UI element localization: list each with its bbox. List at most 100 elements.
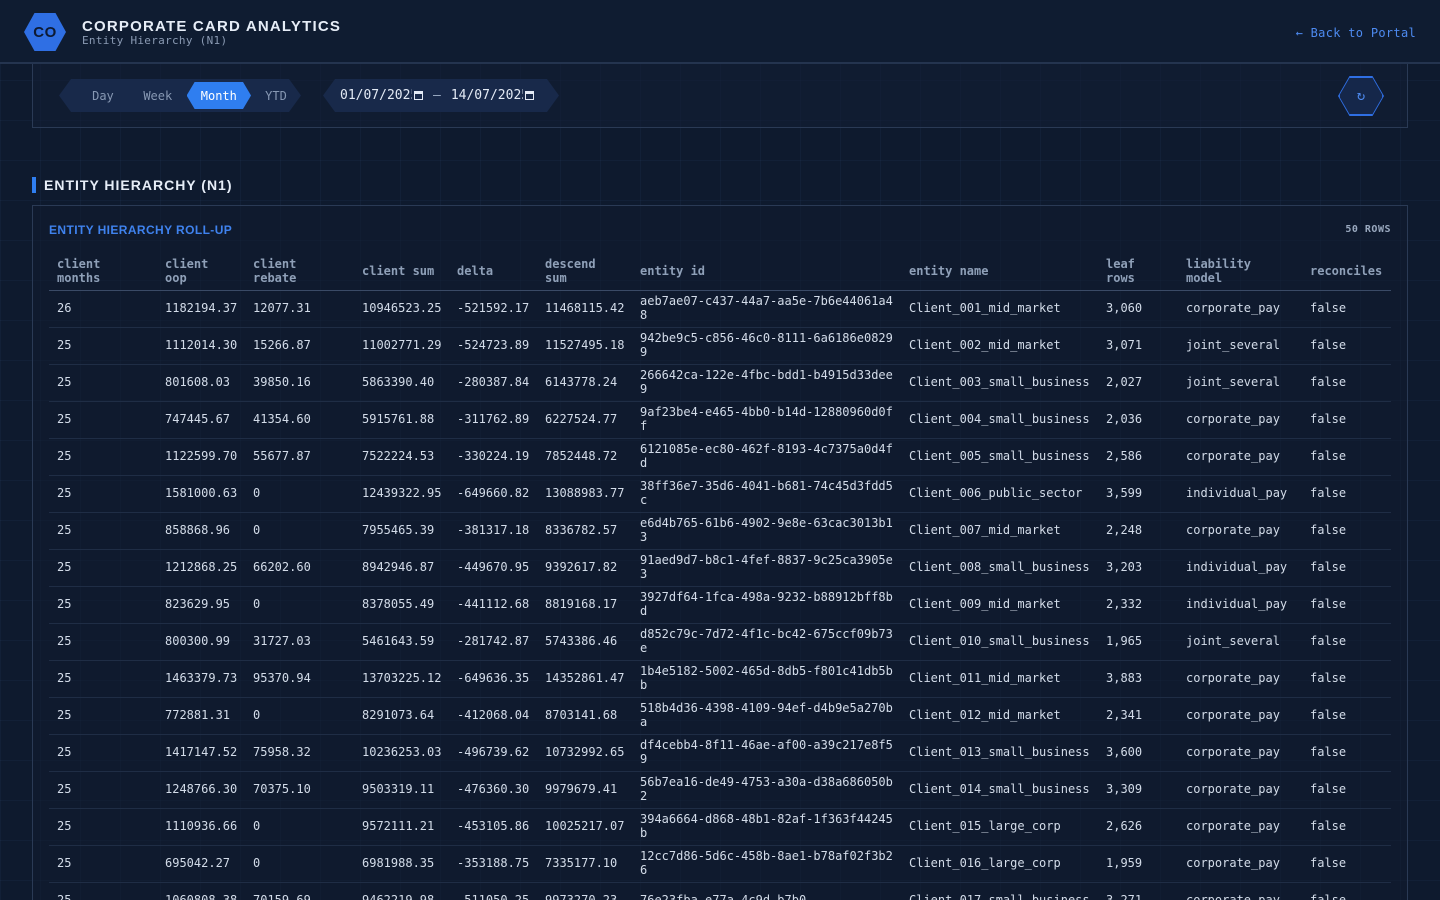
table-cell: 1112014.30 [157, 327, 245, 365]
table-cell: 942be9c5-c856-46c0-8111-6a6186e08299 [632, 327, 901, 365]
calendar-icon[interactable] [525, 91, 534, 100]
column-header[interactable]: entity name [901, 252, 1098, 291]
table-cell: false [1302, 586, 1391, 624]
column-header[interactable]: client months [49, 252, 157, 291]
table-cell: 95370.94 [245, 660, 354, 698]
table-row[interactable]: 25 1110936.66 0 9572111.21 -453105.86 1002521… [49, 808, 1391, 846]
column-header[interactable]: descend sum [537, 252, 632, 291]
table-row[interactable]: 25 800300.99 31727.03 5461643.59 -281742.87 5… [49, 623, 1391, 661]
table-cell: individual_pay [1178, 586, 1302, 624]
table-cell: Client_016_large_corp [901, 845, 1098, 883]
table-row[interactable]: 26 1182194.37 12077.31 10946523.25 -521592.1… [49, 290, 1391, 328]
table-cell: 801608.03 [157, 364, 245, 402]
table-cell: joint_several [1178, 623, 1302, 661]
table-cell: Client_009_mid_market [901, 586, 1098, 624]
period-ytd-button[interactable]: YTD [251, 82, 301, 109]
table-cell: 3,599 [1098, 475, 1178, 513]
table-row[interactable]: 25 1060808.38 70159.69 9462219.98 -511050.25… [49, 882, 1391, 900]
table-cell: d852c79c-7d72-4f1c-bc42-675ccf09b73e [632, 623, 901, 661]
table-row[interactable]: 25 1581000.63 0 12439322.95 -649660.82 130889… [49, 475, 1391, 513]
table-cell: Client_001_mid_market [901, 290, 1098, 328]
table-row[interactable]: 25 1112014.30 15266.87 11002771.29 -524723.8… [49, 327, 1391, 365]
table-cell: -496739.62 [449, 734, 537, 772]
back-to-portal-link[interactable]: ← Back to Portal [1296, 26, 1416, 40]
table-cell: 1b4e5182-5002-465d-8db5-f801c41db5bb [632, 660, 901, 698]
table-cell: 12cc7d86-5d6c-458b-8ae1-b78af02f3b26 [632, 845, 901, 883]
table-cell: -449670.95 [449, 549, 537, 587]
table-row[interactable]: 25 801608.03 39850.16 5863390.40 -280387.84 6… [49, 364, 1391, 402]
table-cell: 25 [49, 697, 157, 735]
table-cell: -441112.68 [449, 586, 537, 624]
table-cell: 76e23fba-e77a-4c9d-b7b0- [632, 882, 901, 900]
table-cell: 70159.69 [245, 882, 354, 900]
table-cell: 6227524.77 [537, 401, 632, 439]
table-cell: 7522224.53 [354, 438, 449, 476]
period-week-button[interactable]: Week [129, 82, 187, 109]
date-separator: – [433, 88, 441, 103]
column-header[interactable]: entity id [632, 252, 901, 291]
refresh-icon[interactable]: ↻ [1339, 77, 1383, 115]
table-cell: Client_007_mid_market [901, 512, 1098, 550]
table-cell: false [1302, 623, 1391, 661]
table-cell: false [1302, 475, 1391, 513]
table-row[interactable]: 25 1417147.52 75958.32 10236253.03 -496739.6… [49, 734, 1391, 772]
column-header[interactable]: delta [449, 252, 537, 291]
table-cell: -311762.89 [449, 401, 537, 439]
table-row[interactable]: 25 1122599.70 55677.87 7522224.53 -330224.19… [49, 438, 1391, 476]
table-row[interactable]: 25 858868.96 0 7955465.39 -381317.18 8336782.… [49, 512, 1391, 550]
table-cell: 31727.03 [245, 623, 354, 661]
period-day-button[interactable]: Day [77, 82, 129, 109]
table-cell: 1248766.30 [157, 771, 245, 809]
table-cell: 25 [49, 549, 157, 587]
table-cell: false [1302, 697, 1391, 735]
table-cell: 695042.27 [157, 845, 245, 883]
table-cell: 1,959 [1098, 845, 1178, 883]
date-to-input[interactable]: 14/07/2025 [451, 88, 523, 103]
table-cell: 858868.96 [157, 512, 245, 550]
app-title: CORPORATE CARD ANALYTICS [82, 18, 342, 35]
table-cell: 394a6664-d868-48b1-82af-1f363f44245b [632, 808, 901, 846]
table-cell: 75958.32 [245, 734, 354, 772]
table-cell: 0 [245, 475, 354, 513]
table-row[interactable]: 25 772881.31 0 8291073.64 -412068.04 8703141.… [49, 697, 1391, 735]
app-subtitle: Entity Hierarchy (N1) [82, 34, 228, 47]
table-row[interactable]: 25 1248766.30 70375.10 9503319.11 -476360.30… [49, 771, 1391, 809]
table-cell: false [1302, 771, 1391, 809]
table-row[interactable]: 25 823629.95 0 8378055.49 -441112.68 8819168.… [49, 586, 1391, 624]
table-row[interactable]: 25 747445.67 41354.60 5915761.88 -311762.89 6… [49, 401, 1391, 439]
table-cell: -524723.89 [449, 327, 537, 365]
table-cell: 1,965 [1098, 623, 1178, 661]
column-header[interactable]: client oop [157, 252, 245, 291]
filter-bar: Day Week Month YTD 01/07/2025 – 14/07/20… [32, 64, 1408, 128]
table-cell: Client_014_small_business [901, 771, 1098, 809]
period-month-button[interactable]: Month [187, 82, 251, 109]
column-header[interactable]: leaf rows [1098, 252, 1178, 291]
table-row[interactable]: 25 1463379.73 95370.94 13703225.12 -649636.3… [49, 660, 1391, 698]
table-cell: 1122599.70 [157, 438, 245, 476]
column-header[interactable]: client rebate [245, 252, 354, 291]
table-cell: false [1302, 734, 1391, 772]
table-row[interactable]: 25 1212868.25 66202.60 8942946.87 -449670.95… [49, 549, 1391, 587]
column-header[interactable]: reconciles [1302, 252, 1391, 291]
table-cell: -330224.19 [449, 438, 537, 476]
calendar-icon[interactable] [414, 91, 423, 100]
table-cell: 11002771.29 [354, 327, 449, 365]
table-cell: individual_pay [1178, 475, 1302, 513]
table-cell: 7955465.39 [354, 512, 449, 550]
table-cell: 25 [49, 882, 157, 900]
column-header[interactable]: liability model [1178, 252, 1302, 291]
table-cell: 25 [49, 808, 157, 846]
table-cell: 8942946.87 [354, 549, 449, 587]
table-cell: 1463379.73 [157, 660, 245, 698]
table-cell: 823629.95 [157, 586, 245, 624]
table-cell: false [1302, 364, 1391, 402]
table-cell: 266642ca-122e-4fbc-bdd1-b4915d33dee9 [632, 364, 901, 402]
table-cell: 7335177.10 [537, 845, 632, 883]
table-row[interactable]: 25 695042.27 0 6981988.35 -353188.75 7335177.… [49, 845, 1391, 883]
row-count-badge: 50 ROWS [1345, 224, 1391, 235]
table-cell: -280387.84 [449, 364, 537, 402]
table-cell: 9973270.23 [537, 882, 632, 900]
table-cell: 3,271 [1098, 882, 1178, 900]
column-header[interactable]: client sum [354, 252, 449, 291]
date-from-input[interactable]: 01/07/2025 [340, 88, 412, 103]
